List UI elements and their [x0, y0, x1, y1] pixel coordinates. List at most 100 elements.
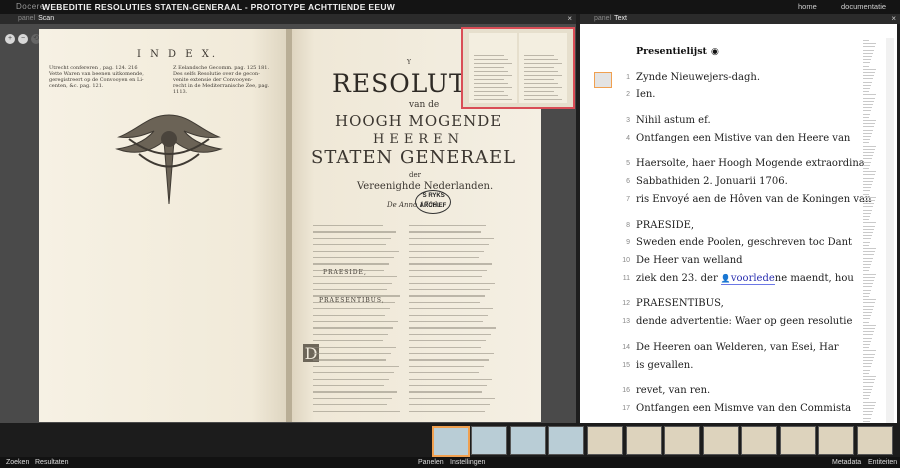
minimap-line — [863, 337, 872, 339]
scan-navigator-minimap[interactable] — [461, 27, 575, 109]
text-viewer[interactable]: Presentielijst ◉ 1 Zynde Nieuwejers-dagh. 2… — [580, 24, 897, 423]
minimap-line — [863, 392, 871, 393]
minimap-line — [863, 248, 876, 249]
zoeken-button[interactable]: Zoeken — [6, 459, 29, 466]
minimap-text-line — [474, 71, 508, 73]
minimap-line — [863, 145, 876, 147]
minimap-line — [863, 350, 876, 352]
minimap-text-line — [524, 63, 562, 65]
text-panel-title: Text — [614, 15, 627, 22]
page-thumbnail[interactable] — [741, 426, 777, 455]
minimap-line — [863, 296, 869, 297]
instellingen-button[interactable]: Instellingen — [450, 459, 485, 466]
index-heading: I N D E X. — [137, 49, 219, 60]
facsimile-text-line — [313, 289, 387, 291]
minimap-line — [863, 404, 875, 406]
minimap-line — [863, 292, 870, 294]
minimap-line — [863, 184, 872, 185]
minimap-line — [863, 216, 870, 217]
minimap-line — [863, 104, 873, 105]
page-thumbnail[interactable] — [818, 426, 854, 455]
facsimile-text-line — [313, 250, 399, 252]
facsimile-text-line — [409, 321, 483, 323]
facsimile-text-line — [313, 365, 399, 367]
minimap-line — [863, 283, 873, 285]
minimap-line — [863, 321, 869, 323]
close-icon[interactable]: × — [567, 14, 572, 23]
nav-home-link[interactable]: home — [798, 2, 817, 11]
zoom-in-icon[interactable]: + — [5, 34, 15, 44]
facsimile-text-line — [313, 378, 389, 380]
line-number: 14 — [622, 344, 630, 351]
page-thumbnail[interactable] — [471, 426, 507, 455]
entity-text: voorlede — [730, 273, 775, 284]
page-thumbnail[interactable] — [432, 426, 470, 457]
brand-label[interactable]: Docere — [16, 2, 45, 11]
title-line: HEEREN — [373, 132, 464, 147]
page-thumbnail[interactable] — [510, 426, 546, 455]
minimap-text-line — [524, 87, 562, 89]
panelen-button[interactable]: Panelen — [418, 459, 444, 466]
page-thumbnail[interactable] — [857, 426, 893, 455]
resultaten-button[interactable]: Resultaten — [35, 459, 68, 466]
facsimile-text-line — [313, 257, 394, 259]
facsimile-text-line — [313, 244, 386, 246]
minimap-line — [863, 88, 870, 89]
facsimile-text-line — [313, 340, 383, 342]
line-text-post: ne maendt, hou — [774, 273, 854, 284]
minimap-line — [863, 139, 870, 141]
minimap-line — [863, 206, 873, 208]
scan-viewer[interactable]: +−⟲⊡ I N D E X. Utrecht confereren , pag… — [0, 24, 576, 423]
panel-keyword: panel — [18, 15, 36, 22]
minimap-line — [863, 408, 874, 409]
facsimile-text-line — [313, 391, 397, 393]
minimap-text-line — [474, 79, 504, 81]
facsimile-text-line — [313, 276, 397, 278]
minimap-line — [863, 129, 873, 131]
entiteiten-button[interactable]: Entiteiten — [868, 459, 897, 466]
facsimile-thumbnail-marker[interactable] — [594, 72, 612, 88]
minimap-line — [863, 142, 869, 144]
minimap-text-line — [524, 83, 558, 85]
line-number: 16 — [622, 387, 630, 394]
page-thumbnail[interactable] — [626, 426, 662, 455]
scrollbar[interactable] — [886, 38, 894, 423]
minimap-line — [863, 286, 872, 288]
page-thumbnail[interactable] — [548, 426, 584, 455]
index-column-2: Z Eelandsche Gecomm. pag. 125 181. Des s… — [173, 65, 270, 95]
line-text-pre: ziek den 23. der — [636, 273, 721, 284]
line-text: Zynde Nieuwejers-dagh. — [636, 72, 761, 83]
minimap-text-line — [524, 71, 558, 73]
minimap-line — [863, 116, 869, 118]
metadata-button[interactable]: Metadata — [832, 459, 861, 466]
minimap-line — [863, 331, 874, 333]
facsimile-text-line — [313, 263, 389, 265]
text-minimap[interactable] — [863, 40, 877, 423]
facsimile-text-line — [313, 333, 388, 335]
page-thumbnail[interactable] — [703, 426, 739, 455]
close-icon[interactable]: × — [891, 14, 896, 23]
page-thumbnail[interactable] — [664, 426, 700, 455]
line-number: 3 — [626, 117, 630, 124]
entity-link[interactable]: 👤voorlede — [720, 273, 775, 285]
eye-icon[interactable]: ◉ — [711, 47, 719, 57]
facsimile-text-line — [313, 397, 392, 399]
line-number: 8 — [626, 222, 630, 229]
line-text: dende advertentie: Waer op geen resoluti… — [636, 316, 853, 327]
minimap-line — [863, 126, 874, 128]
minimap-line — [863, 84, 871, 86]
minimap-line — [863, 241, 870, 243]
line-text: Haersolte, haer Hoogh Mogende extraordin… — [636, 158, 865, 169]
page-thumbnail[interactable] — [587, 426, 623, 455]
zoom-out-icon[interactable]: − — [18, 34, 28, 44]
minimap-line — [863, 62, 870, 64]
minimap-text-line — [474, 87, 512, 89]
minimap-text-line — [524, 79, 554, 81]
index-column-1: Utrecht confereren , pag. 124. 216 Vette… — [49, 65, 144, 89]
facsimile-text-line — [409, 314, 488, 316]
minimap-line — [863, 65, 869, 67]
page-thumbnail[interactable] — [780, 426, 816, 455]
minimap-line — [863, 382, 874, 384]
minimap-line — [863, 369, 870, 371]
nav-documentatie-link[interactable]: documentatie — [841, 2, 886, 11]
